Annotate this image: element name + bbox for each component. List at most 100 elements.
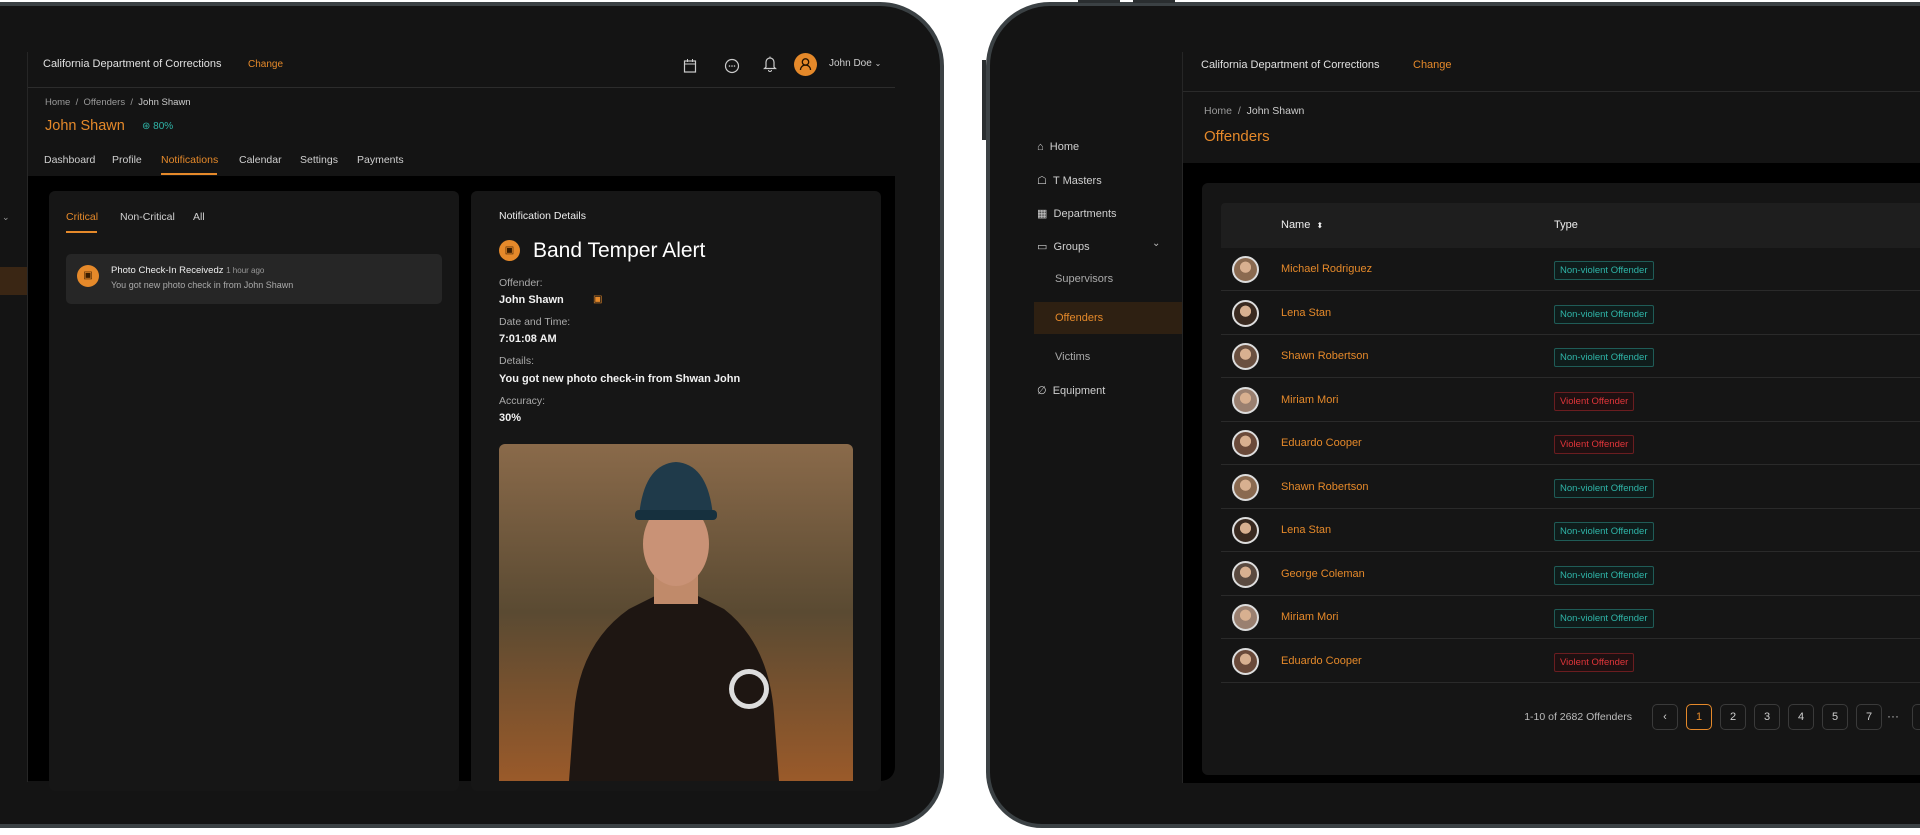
bank-icon: ⌂ [1037, 141, 1044, 153]
calendar-icon[interactable] [683, 58, 697, 73]
page-title: John Shawn [45, 118, 125, 134]
offender-type-badge: Non-violent Offender [1554, 609, 1654, 628]
table-row[interactable]: Miriam Mori Non-violent Offender [1221, 596, 1920, 639]
tab-notifications[interactable]: Notifications [161, 154, 218, 166]
avatar [1232, 256, 1259, 283]
page-button-5[interactable]: 5 [1822, 704, 1848, 730]
table-row[interactable]: Shawn Robertson Non-violent Offender [1221, 335, 1920, 378]
breadcrumb-current: John Shawn [1246, 105, 1305, 117]
offender-name[interactable]: Lena Stan [1281, 524, 1331, 536]
last-page-button[interactable] [1912, 704, 1920, 730]
filter-critical[interactable]: Critical [66, 211, 98, 223]
notification-title: Photo Check-In Receivedz [111, 265, 224, 276]
offender-type-badge: Non-violent Offender [1554, 522, 1654, 541]
notification-heading: Photo Check-In Receivedz 1 hour ago [111, 265, 264, 276]
table-row[interactable]: George Coleman Non-violent Offender [1221, 553, 1920, 596]
user-avatar-icon[interactable] [794, 53, 817, 76]
photo-icon: ▣ [77, 265, 99, 287]
check-in-photo[interactable] [499, 444, 853, 781]
avatar [1232, 430, 1259, 457]
offender-name[interactable]: Miriam Mori [1281, 611, 1338, 623]
offender-name[interactable]: Miriam Mori [1281, 394, 1338, 406]
offender-type-badge: Non-violent Offender [1554, 478, 1654, 498]
filter-all[interactable]: All [193, 211, 205, 223]
sidebar-item-victims[interactable]: Victims [1055, 351, 1090, 363]
tab-dashboard[interactable]: Dashboard [44, 154, 95, 166]
tab-payments[interactable]: Payments [357, 154, 404, 166]
offender-type-badge: Non-violent Offender [1554, 348, 1654, 367]
offender-type-badge: Violent Offender [1554, 435, 1635, 454]
tablet-button [1078, 0, 1120, 3]
alert-icon: ▣ [499, 240, 520, 261]
offender-type-badge: Non-violent Offender [1554, 565, 1654, 585]
sidebar-item-home[interactable]: ⌂ Home [1037, 141, 1079, 153]
offender-name[interactable]: Eduardo Cooper [1281, 437, 1362, 449]
offender-name[interactable]: Shawn Robertson [1281, 481, 1368, 493]
sidebar-item-equipment[interactable]: ∅ Equipment [1037, 384, 1105, 397]
header-change-link[interactable]: Change [1413, 59, 1452, 71]
groups-chevron-down-icon[interactable]: ⌄ [1152, 238, 1160, 249]
tmasters-icon: ☖ [1037, 175, 1047, 187]
notification-text: You got new photo check in from John Sha… [111, 280, 294, 290]
header-divider [28, 87, 895, 88]
table-row[interactable]: Eduardo Cooper Violent Offender [1221, 422, 1920, 465]
sidebar-label: Home [1049, 141, 1080, 153]
user-menu[interactable]: John Doe ⌄ [829, 58, 881, 69]
id-card-icon[interactable]: ▣ [593, 294, 602, 305]
table-row[interactable]: Michael Rodriguez Non-violent Offender [1221, 248, 1920, 291]
breadcrumb-home[interactable]: Home [45, 97, 70, 108]
notification-time: 1 hour ago [226, 266, 265, 275]
avatar [1232, 343, 1259, 370]
user-name: John Doe [829, 58, 872, 69]
prev-page-button[interactable]: ‹ [1652, 704, 1678, 730]
details-heading: Notification Details [499, 210, 586, 222]
breadcrumb-current: John Shawn [138, 97, 191, 108]
sidebar-item-supervisors[interactable]: Supervisors [1055, 273, 1113, 285]
notification-item[interactable]: ▣ Photo Check-In Receivedz 1 hour ago Yo… [66, 254, 442, 304]
tab-calendar[interactable]: Calendar [239, 154, 282, 166]
breadcrumb: Home / Offenders / John Shawn [45, 97, 191, 108]
page-button-4[interactable]: 4 [1788, 704, 1814, 730]
accuracy-value: 30% [499, 412, 522, 424]
column-name-label: Name [1281, 219, 1311, 231]
left-sidebar-active-item[interactable] [0, 267, 27, 295]
sidebar-item-groups[interactable]: ▭ Groups [1037, 240, 1090, 253]
bell-icon[interactable] [763, 56, 777, 72]
chat-icon[interactable] [724, 58, 740, 74]
offender-name[interactable]: Michael Rodriguez [1281, 263, 1372, 275]
date-value: 7:01:08 AM [499, 333, 557, 345]
breadcrumb-home[interactable]: Home [1204, 105, 1232, 117]
avatar [1232, 517, 1259, 544]
offender-name[interactable]: Shawn Robertson [1281, 350, 1368, 362]
table-row[interactable]: Eduardo Cooper Violent Offender [1221, 640, 1920, 683]
left-sidebar-chevron[interactable]: ⌄ [2, 212, 10, 223]
sidebar-item-t-masters[interactable]: ☖ T Masters [1037, 174, 1102, 187]
tab-settings[interactable]: Settings [300, 154, 338, 166]
page-button-1[interactable]: 1 [1686, 704, 1712, 730]
breadcrumb-offenders[interactable]: Offenders [84, 97, 126, 108]
sort-icon[interactable]: ⬍ [1316, 221, 1323, 230]
offender-name[interactable]: Lena Stan [1281, 307, 1331, 319]
table-row[interactable]: Lena Stan Non-violent Offender [1221, 292, 1920, 335]
sidebar-label: Departments [1053, 208, 1117, 220]
offender-name[interactable]: George Coleman [1281, 568, 1365, 580]
page-button-2[interactable]: 2 [1720, 704, 1746, 730]
avatar [1232, 299, 1259, 327]
filter-active-underline [66, 231, 97, 233]
tab-profile[interactable]: Profile [112, 154, 142, 166]
avatar [1232, 560, 1259, 588]
pagination-ellipsis: ··· [1887, 709, 1899, 723]
table-row[interactable]: Miriam Mori Violent Offender [1221, 379, 1920, 422]
filter-non-critical[interactable]: Non-Critical [120, 211, 175, 223]
column-name[interactable]: Name ⬍ [1281, 219, 1323, 231]
table-row[interactable]: Shawn Robertson Non-violent Offender [1221, 466, 1920, 509]
sidebar-item-departments[interactable]: ▦ Departments [1037, 207, 1117, 220]
page-button-3[interactable]: 3 [1754, 704, 1780, 730]
header-org-name: California Department of Corrections [1201, 59, 1380, 71]
table-row[interactable]: Lena Stan Non-violent Offender [1221, 509, 1920, 552]
page-button-7[interactable]: 7 [1856, 704, 1882, 730]
avatar [1232, 647, 1259, 675]
link-icon: ∅ [1037, 385, 1047, 397]
offender-name[interactable]: Eduardo Cooper [1281, 655, 1362, 667]
header-change-link[interactable]: Change [248, 59, 283, 70]
